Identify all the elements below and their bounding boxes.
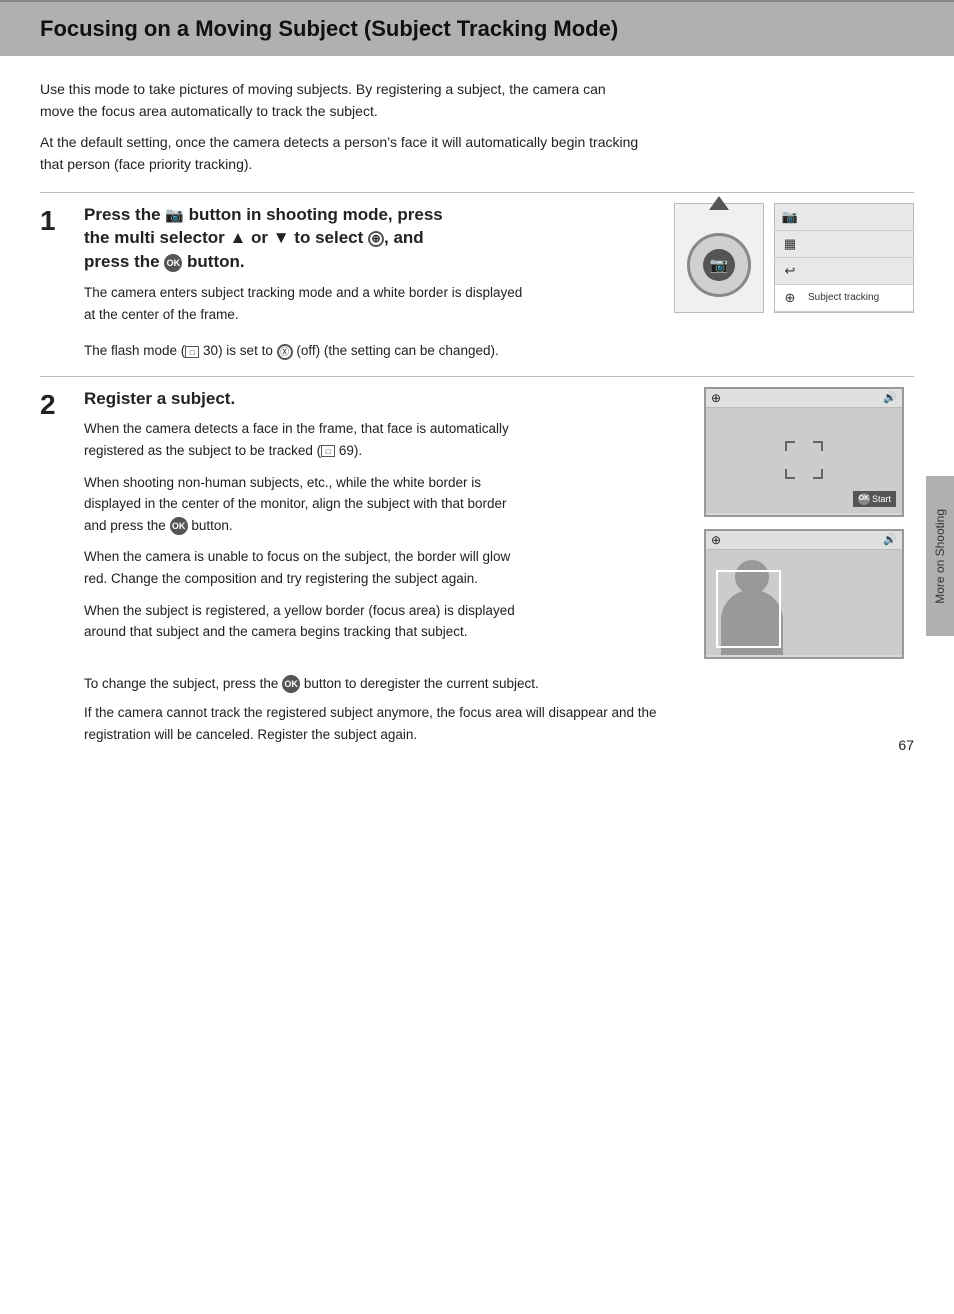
flash-off-icon: Ⓧ	[277, 344, 293, 360]
camera-dial: 📷	[687, 233, 751, 297]
ok-circle-icon: OK	[858, 493, 870, 505]
ok-button-icon: OK	[164, 254, 182, 272]
step-1-title: Press the 📷 button in shooting mode, pre…	[84, 203, 464, 274]
menu-camera-icon: 📷	[781, 208, 799, 226]
step-2-body: When the camera detects a face in the fr…	[84, 418, 524, 642]
ok-icon-inline-2: OK	[282, 675, 300, 693]
viewfinder-body-2	[706, 550, 902, 655]
focus-bracket	[785, 441, 823, 479]
step-2-title: Register a subject.	[84, 387, 464, 411]
menu-item-camera: 📷	[775, 204, 913, 231]
vf2-top-icon-left: ⊕	[711, 533, 721, 547]
up-arrow-icon	[709, 196, 729, 210]
viewfinder-top-bar-2: ⊕ 🔊	[706, 531, 902, 550]
ok-icon-inline-1: OK	[170, 517, 188, 535]
ok-start-bar: OK Start	[853, 491, 896, 507]
intro-paragraph-1: Use this mode to take pictures of moving…	[40, 78, 640, 123]
step-2-row: 2 Register a subject. When the camera de…	[40, 387, 914, 659]
viewfinder-diagram-2: ⊕ 🔊	[704, 529, 904, 659]
step-2-number: 2	[40, 387, 84, 421]
viewfinder-body-1: OK Start	[706, 408, 902, 513]
vf2-top-icon-right: 🔊	[883, 533, 897, 547]
menu-item-subject-tracking: ⊕ Subject tracking	[775, 285, 913, 312]
start-label: Start	[872, 494, 891, 504]
menu-item-2: ▦	[775, 231, 913, 258]
multi-selector-diagram: 📷	[674, 203, 764, 313]
divider-1	[40, 192, 914, 193]
book-ref-2: □	[321, 445, 335, 457]
camera-menu-diagram: 📷 ▦ ↩ ⊕ Subject tracking	[774, 203, 914, 313]
page-number: 67	[898, 737, 914, 753]
step-1-number: 1	[40, 203, 84, 237]
side-tab-label: More on Shooting	[933, 509, 947, 604]
side-tab: More on Shooting	[926, 476, 954, 636]
flash-note-wrapper: The flash mode (□ 30) is set to Ⓧ (off) …	[84, 343, 914, 359]
step-2-images: ⊕ 🔊 OK Start	[704, 387, 914, 659]
step-1-body: The camera enters subject tracking mode …	[84, 282, 524, 325]
step-2-body-p4: When the subject is registered, a yellow…	[84, 600, 524, 643]
step-2-body-p1: When the camera detects a face in the fr…	[84, 418, 524, 461]
menu-icon-2: ▦	[781, 235, 799, 253]
menu-item-3: ↩	[775, 258, 913, 285]
menu-icon-3: ↩	[781, 262, 799, 280]
main-content: Use this mode to take pictures of moving…	[0, 56, 954, 773]
step-1-images: 📷 📷 ▦ ↩ ⊕ Subject tracking	[674, 203, 914, 313]
step-1-body-p1: The camera enters subject tracking mode …	[84, 282, 524, 325]
subject-tracking-icon: ⊕	[368, 231, 384, 247]
menu-icon-4: ⊕	[781, 289, 799, 307]
camera-symbol: 📷	[710, 256, 729, 274]
focus-rectangle	[716, 570, 781, 648]
page-title: Focusing on a Moving Subject (Subject Tr…	[40, 16, 914, 42]
bottom-note-2: If the camera cannot track the registere…	[84, 702, 724, 745]
intro-paragraph-2: At the default setting, once the camera …	[40, 131, 640, 176]
step-2-content: Register a subject. When the camera dete…	[84, 387, 704, 653]
camera-icon: 📷	[165, 207, 184, 224]
page-header: Focusing on a Moving Subject (Subject Tr…	[0, 0, 954, 56]
step-1-content: Press the 📷 button in shooting mode, pre…	[84, 203, 664, 336]
viewfinder-diagram-1: ⊕ 🔊 OK Start	[704, 387, 904, 517]
viewfinder-top-bar-1: ⊕ 🔊	[706, 389, 902, 408]
camera-dial-inner: 📷	[703, 249, 735, 281]
step-1-row: 1 Press the 📷 button in shooting mode, p…	[40, 203, 914, 336]
divider-2	[40, 376, 914, 377]
subject-tracking-menu-label: Subject tracking	[804, 290, 883, 305]
book-ref-icon: □	[185, 346, 199, 358]
bottom-note-1: To change the subject, press the OK butt…	[84, 673, 724, 695]
flash-note: The flash mode (□ 30) is set to Ⓧ (off) …	[84, 343, 644, 359]
step-2-body-p3: When the camera is unable to focus on th…	[84, 546, 524, 589]
bottom-notes: To change the subject, press the OK butt…	[84, 673, 724, 746]
vf-top-icon-right: 🔊	[883, 391, 897, 405]
vf-top-icon-left: ⊕	[711, 391, 721, 405]
step-2-body-p2: When shooting non-human subjects, etc., …	[84, 472, 524, 537]
